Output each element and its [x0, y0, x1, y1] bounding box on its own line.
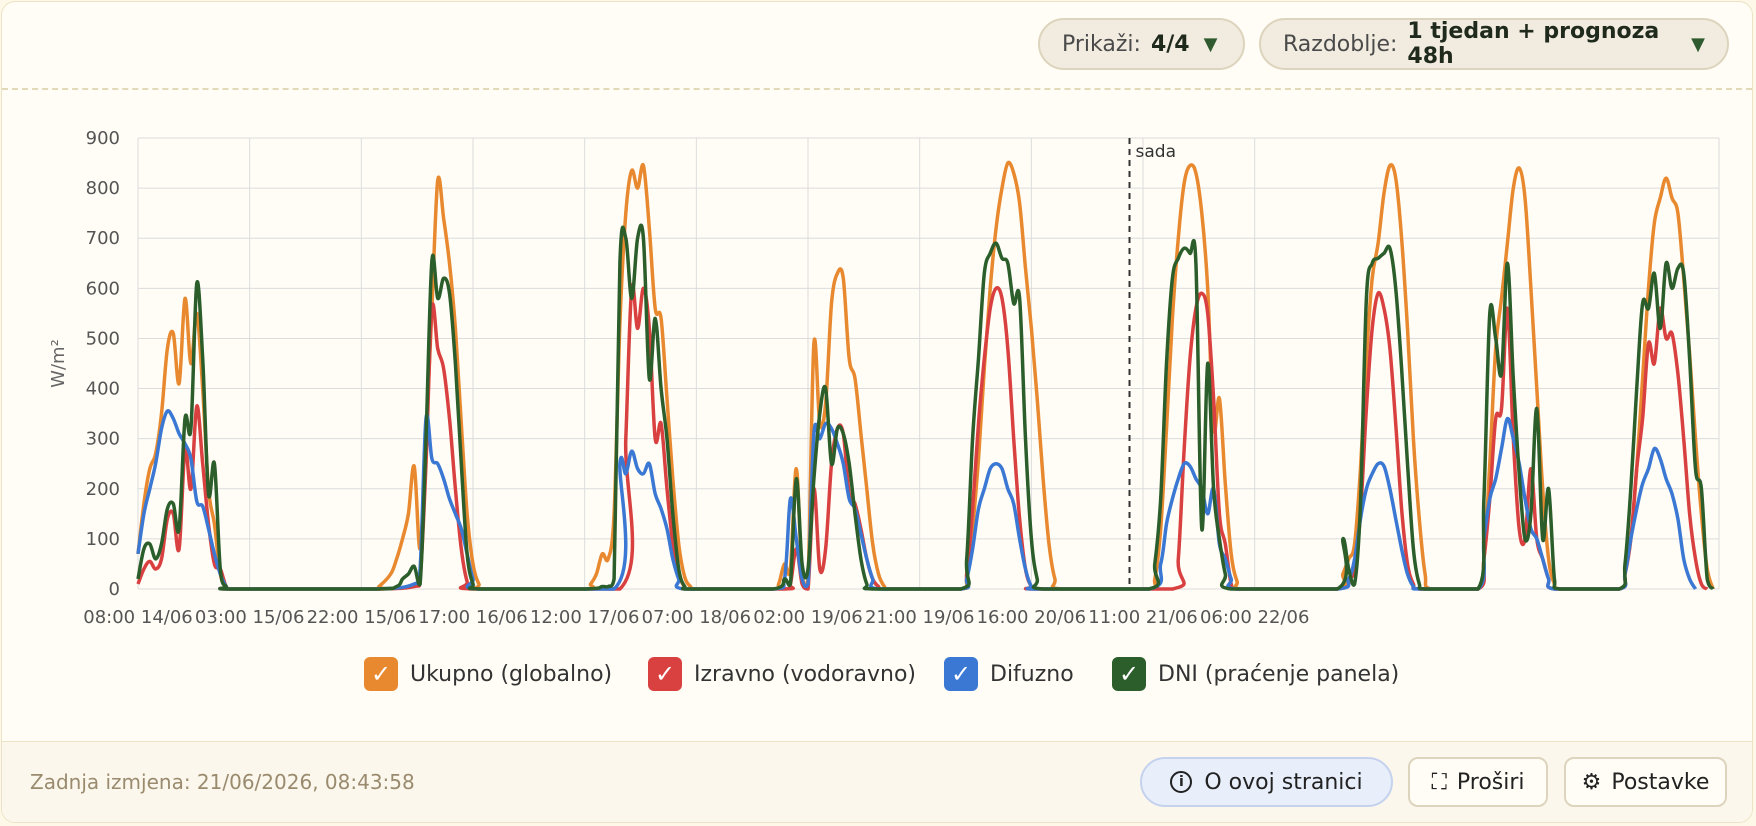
settings-label: Postavke: [1611, 769, 1710, 795]
checkbox-icon[interactable]: ✓: [1112, 657, 1146, 691]
series-count-label: Prikaži:: [1062, 31, 1141, 57]
series-count-value: 4/4: [1150, 31, 1190, 57]
gear-icon: ⚙: [1581, 769, 1602, 795]
chevron-down-icon: ▼: [1203, 33, 1218, 55]
x-tick-label: 02:00 19/06: [753, 607, 862, 628]
y-axis-label: W/m²: [48, 339, 69, 388]
series-line: [136, 409, 1698, 591]
footer-bar: Zadnja izmjena: 21/06/2026, 08:43:58 i O…: [2, 741, 1752, 822]
chevron-down-icon: ▼: [1691, 33, 1705, 55]
x-tick-label: 11:00 21/06: [1088, 607, 1197, 628]
checkbox-icon[interactable]: ✓: [944, 657, 978, 691]
x-tick-label: 08:00 14/06: [83, 607, 192, 628]
x-tick-label: 21:00 19/06: [865, 607, 974, 628]
period-label: Razdoblje:: [1283, 31, 1398, 57]
legend-item[interactable]: ✓ Ukupno (globalno): [364, 657, 612, 691]
series-line: [136, 223, 1715, 591]
y-tick-label: 200: [86, 479, 120, 500]
x-tick-label: 22:00 15/06: [307, 607, 416, 628]
y-tick-label: 600: [86, 278, 120, 299]
x-tick-label: 12:00 17/06: [530, 607, 639, 628]
checkbox-icon[interactable]: ✓: [648, 657, 682, 691]
period-value: 1 tjedan + prognoza 48h: [1407, 19, 1660, 69]
series-count-dropdown[interactable]: Prikaži: 4/4 ▼: [1038, 18, 1245, 70]
y-tick-label: 700: [86, 228, 120, 249]
info-icon: i: [1170, 771, 1193, 793]
y-tick-label: 100: [86, 529, 120, 550]
expand-button[interactable]: ⛶ Proširi: [1408, 757, 1548, 807]
chart-legend: ✓ Ukupno (globalno) ✓ Izravno (vodoravno) ✓ D…: [2, 657, 1752, 697]
legend-item[interactable]: ✓ Difuzno: [944, 657, 1074, 691]
series-line: [136, 283, 1709, 591]
legend-item[interactable]: ✓ DNI (praćenje panela): [1112, 657, 1399, 691]
solar-chart-card: Prikaži: 4/4 ▼ Razdoblje: 1 tjedan + pro…: [1, 1, 1753, 823]
x-tick-label: 16:00 20/06: [977, 607, 1086, 628]
y-tick-label: 900: [86, 128, 120, 149]
checkbox-icon[interactable]: ✓: [364, 657, 398, 691]
x-tick-label: 07:00 18/06: [642, 607, 751, 628]
y-tick-label: 800: [86, 178, 120, 199]
irradiance-chart: 010020030040050060070080090008:00 14/06 0…: [48, 128, 1720, 628]
x-tick-label: 06:00 22/06: [1200, 607, 1309, 628]
y-tick-label: 400: [86, 379, 120, 400]
legend-label: DNI (praćenje panela): [1158, 661, 1400, 687]
legend-label: Ukupno (globalno): [410, 661, 613, 687]
series-line: [136, 160, 1715, 591]
legend-item[interactable]: ✓ Izravno (vodoravno): [648, 657, 916, 691]
legend-label: Difuzno: [990, 661, 1074, 687]
period-dropdown[interactable]: Razdoblje: 1 tjedan + prognoza 48h ▼: [1259, 18, 1729, 70]
chart-area: 0 100 200 300 400 500 600 700 800 900 08:00 14/06 0…: [2, 90, 1752, 730]
now-marker-label: sada: [1136, 142, 1176, 162]
expand-icon: ⛶: [1431, 769, 1447, 795]
x-tick-label: 03:00 15/06: [195, 607, 304, 628]
about-page-label: O ovoj stranici: [1204, 769, 1363, 795]
legend-label: Izravno (vodoravno): [694, 661, 916, 687]
last-updated-text: Zadnja izmjena: 21/06/2026, 08:43:58: [30, 770, 415, 794]
y-tick-label: 500: [86, 328, 120, 349]
chart-toolbar: Prikaži: 4/4 ▼ Razdoblje: 1 tjedan + pro…: [2, 2, 1752, 90]
expand-label: Proširi: [1456, 769, 1525, 795]
settings-button[interactable]: ⚙ Postavke: [1564, 757, 1727, 807]
about-page-button[interactable]: i O ovoj stranici: [1140, 757, 1393, 807]
y-tick-label: 300: [86, 429, 120, 450]
y-tick-label: 0: [109, 579, 120, 600]
x-tick-label: 17:00 16/06: [418, 607, 527, 628]
